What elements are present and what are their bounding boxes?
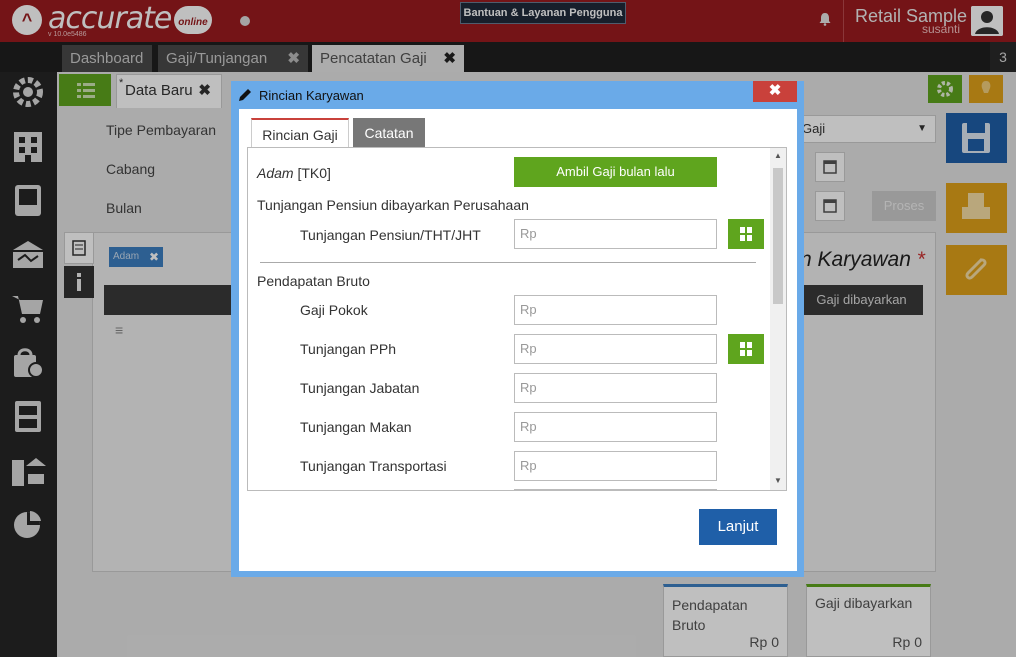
dialog-body: Rincian Gaji Catatan Adam [TK0] Ambil Ga… — [239, 109, 797, 571]
scroll-up-icon[interactable]: ▲ — [772, 150, 784, 162]
gaji-pokok-label: Gaji Pokok — [300, 302, 368, 318]
dialog-title: Rincian Karyawan — [259, 88, 364, 103]
next-field-input[interactable] — [514, 489, 717, 490]
tunjangan-jabatan-input[interactable]: Rp — [514, 373, 717, 403]
pencil-icon — [239, 89, 251, 101]
pensiun-field-label: Tunjangan Pensiun/THT/JHT — [300, 227, 481, 243]
grid-icon — [740, 227, 752, 241]
ambil-gaji-bulan-lalu-button[interactable]: Ambil Gaji bulan lalu — [514, 157, 717, 187]
pensiun-detail-button[interactable] — [728, 219, 764, 249]
lanjut-button[interactable]: Lanjut — [699, 509, 777, 545]
tunjangan-makan-label: Tunjangan Makan — [300, 419, 412, 435]
section-divider — [260, 262, 756, 263]
pph-detail-button[interactable] — [728, 334, 764, 364]
tunjangan-pensiun-input[interactable]: Rp — [514, 219, 717, 249]
tunjangan-transportasi-label: Tunjangan Transportasi — [300, 458, 447, 474]
gaji-pokok-input[interactable]: Rp — [514, 295, 717, 325]
tab-catatan[interactable]: Catatan — [353, 118, 425, 148]
rincian-karyawan-dialog: Rincian Karyawan ✖ Rincian Gaji Catatan … — [231, 81, 804, 577]
tab-rincian-gaji[interactable]: Rincian Gaji — [251, 118, 349, 148]
tunjangan-pph-label: Tunjangan PPh — [300, 341, 396, 357]
dialog-close-button[interactable]: ✖ — [753, 81, 797, 102]
scroll-thumb[interactable] — [773, 168, 783, 304]
tunjangan-jabatan-label: Tunjangan Jabatan — [300, 380, 420, 396]
tunjangan-pph-input[interactable]: Rp — [514, 334, 717, 364]
scroll-down-icon[interactable]: ▼ — [772, 475, 784, 487]
employee-code: [TK0] — [297, 165, 331, 181]
grid-icon — [740, 342, 752, 356]
bruto-section-title: Pendapatan Bruto — [257, 273, 370, 289]
content-scrollbar[interactable]: ▲ ▼ — [770, 148, 786, 490]
tunjangan-transportasi-input[interactable]: Rp — [514, 451, 717, 481]
rincian-gaji-content: Adam [TK0] Ambil Gaji bulan lalu Tunjang… — [247, 147, 787, 491]
employee-name: Adam — [257, 165, 294, 181]
pensiun-section-title: Tunjangan Pensiun dibayarkan Perusahaan — [257, 197, 529, 213]
employee-identity: Adam [TK0] — [257, 165, 331, 181]
tunjangan-makan-input[interactable]: Rp — [514, 412, 717, 442]
